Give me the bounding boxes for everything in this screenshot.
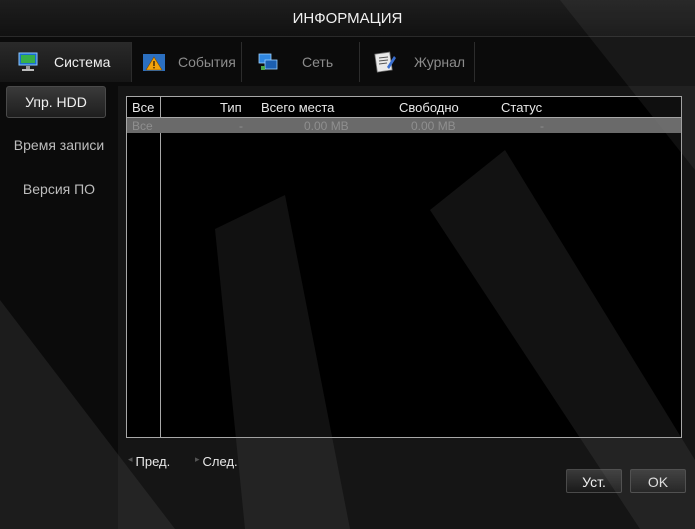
next-page-button[interactable]: ▸ След. (195, 454, 238, 469)
table-row[interactable]: Все - 0.00 MB 0.00 MB - (127, 118, 681, 133)
sidebar-item-firmware-version[interactable]: Версия ПО (0, 174, 118, 204)
tab-system[interactable]: Система (0, 42, 132, 82)
tab-log-label: Журнал (414, 54, 466, 70)
column-header-free-space: Свободно (399, 100, 459, 115)
next-page-icon: ▸ (195, 454, 200, 464)
warning-icon (142, 51, 166, 73)
window-title: ИНФОРМАЦИЯ (0, 0, 695, 37)
table-cell-all: Все (132, 119, 153, 133)
table-column-divider (160, 97, 161, 437)
table-cell-type: - (239, 119, 243, 133)
network-icon (256, 51, 280, 73)
sidebar-item-record-time[interactable]: Время записи (0, 130, 118, 160)
column-header-total-space: Всего места (261, 100, 335, 115)
sidebar-item-hdd[interactable]: Упр. HDD (6, 86, 106, 118)
tab-network[interactable]: Сеть (242, 42, 360, 82)
main-tabs: Система События Сеть Журнал (0, 42, 695, 82)
table-cell-total-space: 0.00 MB (304, 119, 349, 133)
table-cell-status: - (540, 119, 544, 133)
prev-page-label: Пред. (135, 454, 171, 469)
tab-events[interactable]: События (132, 42, 242, 82)
prev-page-button[interactable]: ◂ Пред. (128, 454, 170, 469)
column-header-type: Тип (220, 100, 242, 115)
apply-button[interactable]: Уст. (566, 469, 622, 493)
tab-system-label: Система (54, 54, 111, 70)
table-cell-free-space: 0.00 MB (411, 119, 456, 133)
hdd-table: Все Тип Всего места Свободно Статус Все … (126, 96, 682, 438)
tab-log[interactable]: Журнал (360, 42, 475, 82)
monitor-icon (16, 51, 40, 73)
column-header-status: Статус (501, 100, 543, 115)
ok-button[interactable]: OK (630, 469, 686, 493)
log-icon (372, 51, 396, 73)
tab-events-label: События (178, 54, 236, 70)
column-header-all[interactable]: Все (132, 100, 154, 115)
tab-network-label: Сеть (302, 54, 334, 70)
content-panel: Все Тип Всего места Свободно Статус Все … (118, 86, 695, 529)
prev-page-icon: ◂ (128, 454, 133, 464)
next-page-label: След. (202, 454, 238, 469)
